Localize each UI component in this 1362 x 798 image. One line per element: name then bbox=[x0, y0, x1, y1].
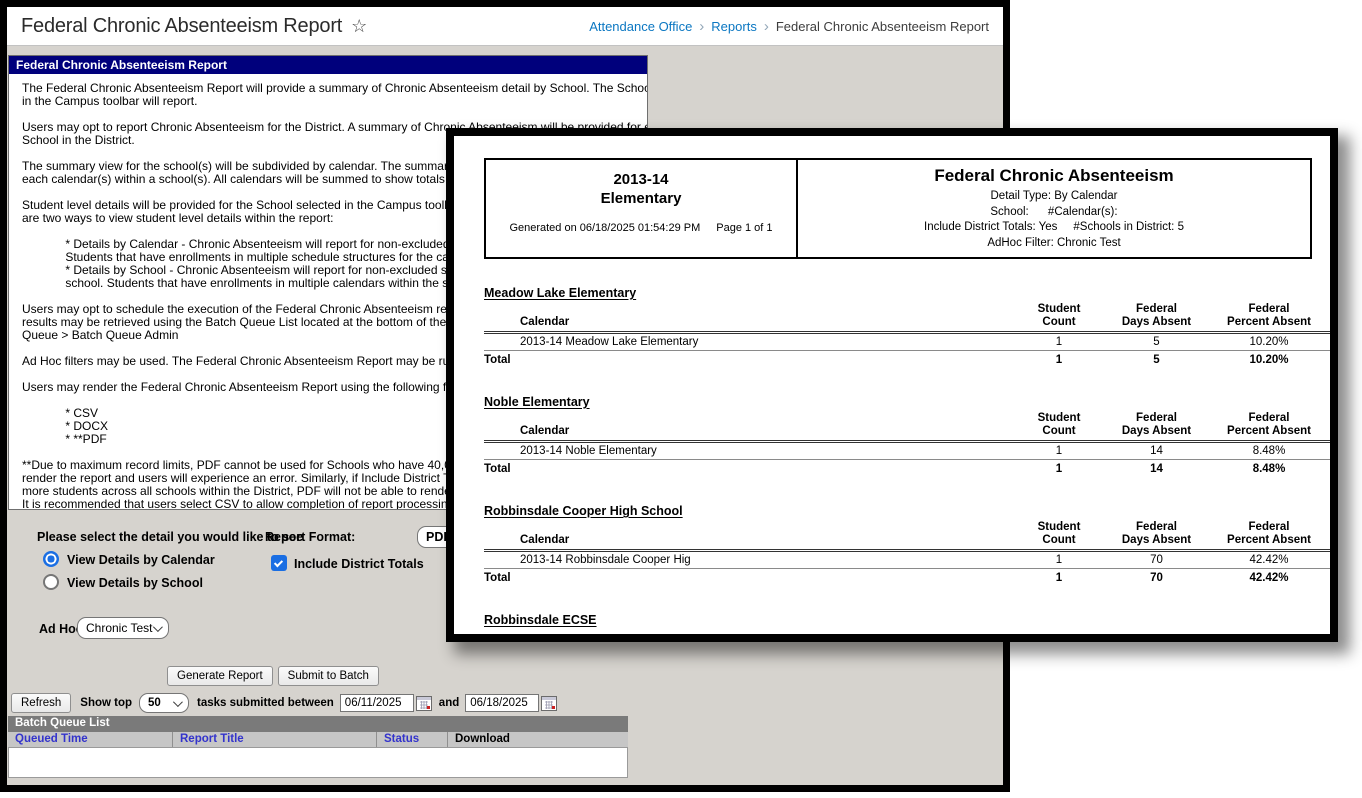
report-meta-district-totals: Include District Totals: Yes #Schools in… bbox=[924, 221, 1184, 233]
panel-title: Federal Chronic Absenteeism Report bbox=[9, 56, 647, 74]
batch-queue-list: Batch Queue List Queued Time Report Titl… bbox=[8, 716, 628, 778]
radio-calendar-label[interactable]: View Details by Calendar bbox=[67, 553, 215, 567]
report-section-cooper: Robbinsdale Cooper High School Calendar … bbox=[484, 504, 1330, 586]
report-sections: Meadow Lake Elementary Calendar Student C… bbox=[484, 286, 1330, 627]
report-meta-adhoc-filter: AdHoc Filter: Chronic Test bbox=[987, 236, 1121, 249]
report-format-label: Report Format: bbox=[265, 530, 356, 544]
app-header: Federal Chronic Absenteeism Report ☆ Att… bbox=[7, 7, 1003, 46]
school-heading: Noble Elementary bbox=[484, 395, 590, 409]
adhoc-select[interactable]: Chronic Test bbox=[77, 617, 169, 639]
report-generated-row: Generated on 06/18/2025 01:54:29 PM Page… bbox=[509, 222, 772, 234]
federal-days-absent: 70 bbox=[1150, 554, 1163, 566]
refresh-button[interactable]: Refresh bbox=[11, 693, 72, 713]
include-district-totals-label[interactable]: Include District Totals bbox=[294, 557, 424, 571]
breadcrumb-reports[interactable]: Reports bbox=[711, 19, 757, 34]
column-status[interactable]: Status bbox=[377, 732, 448, 747]
page-number: Page 1 of 1 bbox=[716, 222, 773, 234]
date-to-input[interactable] bbox=[465, 694, 540, 712]
batch-queue-list-title: Batch Queue List bbox=[8, 716, 628, 732]
breadcrumb: Attendance Office › Reports › Federal Ch… bbox=[589, 18, 989, 35]
calendar-name: 2013-14 Noble Elementary bbox=[520, 445, 657, 457]
school-heading: Meadow Lake Elementary bbox=[484, 286, 637, 300]
federal-days-absent: 14 bbox=[1150, 445, 1163, 457]
school-heading: Robbinsdale ECSE bbox=[484, 613, 597, 627]
student-count: 1 bbox=[1055, 445, 1063, 457]
include-district-totals-checkbox[interactable] bbox=[271, 555, 287, 571]
report-section-clipped: Robbinsdale ECSE bbox=[484, 613, 1330, 627]
check-icon bbox=[273, 557, 283, 567]
batch-filter-row: Refresh Show top 50 tasks submitted betw… bbox=[11, 693, 558, 713]
report-section-noble: Noble Elementary Calendar Student Count F… bbox=[484, 395, 1330, 477]
and-label: and bbox=[438, 697, 460, 709]
column-download: Download bbox=[455, 733, 510, 745]
report-preview-window: 2013-14 Elementary Generated on 06/18/20… bbox=[446, 128, 1338, 642]
report-meta-school: School: #Calendar(s): bbox=[990, 205, 1118, 218]
show-top-select[interactable]: 50 bbox=[139, 693, 190, 713]
report-header-right: Federal Chronic Absenteeism Detail Type:… bbox=[798, 160, 1310, 257]
radio-view-details-by-school[interactable] bbox=[43, 574, 59, 590]
chevron-right-icon: › bbox=[699, 17, 705, 35]
total-row: Total 1 70 42.42% bbox=[484, 569, 1330, 586]
chevron-down-icon bbox=[172, 696, 183, 707]
chevron-down-icon bbox=[152, 621, 163, 632]
table-row: 2013-14 Noble Elementary 1 14 8.48% bbox=[484, 443, 1330, 460]
generate-report-button[interactable]: Generate Report bbox=[167, 666, 273, 686]
radio-view-details-by-calendar[interactable] bbox=[43, 551, 59, 567]
detail-prompt-label: Please select the detail you would like … bbox=[37, 530, 304, 544]
breadcrumb-attendance-office[interactable]: Attendance Office bbox=[589, 19, 692, 34]
table-row: 2013-14 Robbinsdale Cooper Hig 1 70 42.4… bbox=[484, 552, 1330, 569]
page-title: Federal Chronic Absenteeism Report bbox=[21, 14, 343, 37]
federal-percent-absent: 8.48% bbox=[1252, 445, 1286, 457]
section-table-header: Calendar Student Count Federal Days Absent… bbox=[484, 412, 1330, 443]
student-count: 1 bbox=[1055, 336, 1063, 348]
report-year: 2013-14 bbox=[613, 171, 669, 188]
submit-to-batch-button[interactable]: Submit to Batch bbox=[277, 666, 379, 686]
calendar-name: 2013-14 Robbinsdale Cooper Hig bbox=[520, 554, 691, 566]
federal-percent-absent: 10.20% bbox=[1249, 336, 1289, 348]
calendar-name: 2013-14 Meadow Lake Elementary bbox=[520, 336, 699, 348]
report-meta-detail-type: Detail Type: By Calendar bbox=[990, 190, 1118, 202]
column-queued-time[interactable]: Queued Time bbox=[8, 732, 173, 747]
federal-days-absent: 5 bbox=[1153, 336, 1160, 348]
show-top-label: Show top bbox=[80, 697, 133, 709]
favorite-star-icon[interactable]: ☆ bbox=[351, 16, 367, 37]
student-count: 1 bbox=[1055, 554, 1063, 566]
report-title: Federal Chronic Absenteeism bbox=[934, 166, 1174, 185]
date-from-input[interactable] bbox=[339, 694, 414, 712]
federal-percent-absent: 42.42% bbox=[1249, 554, 1289, 566]
total-row: Total 1 5 10.20% bbox=[484, 351, 1330, 368]
section-table-header: Calendar Student Count Federal Days Absent… bbox=[484, 521, 1330, 552]
total-label: Total bbox=[484, 354, 511, 366]
column-report-title[interactable]: Report Title bbox=[173, 732, 377, 747]
breadcrumb-current: Federal Chronic Absenteeism Report bbox=[775, 18, 989, 34]
tasks-between-label: tasks submitted between bbox=[197, 697, 334, 709]
calendar-icon[interactable] bbox=[541, 695, 558, 711]
report-header-left: 2013-14 Elementary Generated on 06/18/20… bbox=[486, 160, 798, 257]
radio-school-label[interactable]: View Details by School bbox=[67, 576, 203, 590]
chevron-right-icon: › bbox=[763, 17, 769, 35]
table-row: 2013-14 Meadow Lake Elementary 1 5 10.20… bbox=[484, 334, 1330, 351]
total-label: Total bbox=[484, 572, 511, 584]
report-scope: Elementary bbox=[600, 190, 682, 207]
school-heading: Robbinsdale Cooper High School bbox=[484, 504, 683, 518]
action-buttons-row: Generate Report Submit to Batch bbox=[167, 666, 379, 686]
total-label: Total bbox=[484, 463, 511, 475]
section-table-header: Calendar Student Count Federal Days Absent… bbox=[484, 303, 1330, 334]
report-header-table: 2013-14 Elementary Generated on 06/18/20… bbox=[484, 158, 1312, 259]
calendar-icon[interactable] bbox=[415, 695, 432, 711]
generated-timestamp: Generated on 06/18/2025 01:54:29 PM bbox=[509, 222, 701, 234]
total-row: Total 1 14 8.48% bbox=[484, 460, 1330, 477]
batch-queue-header-row: Queued Time Report Title Status Download bbox=[8, 732, 628, 748]
report-page: 2013-14 Elementary Generated on 06/18/20… bbox=[454, 136, 1330, 627]
report-section-meadow-lake: Meadow Lake Elementary Calendar Student C… bbox=[484, 286, 1330, 368]
batch-queue-empty-body bbox=[8, 748, 628, 778]
